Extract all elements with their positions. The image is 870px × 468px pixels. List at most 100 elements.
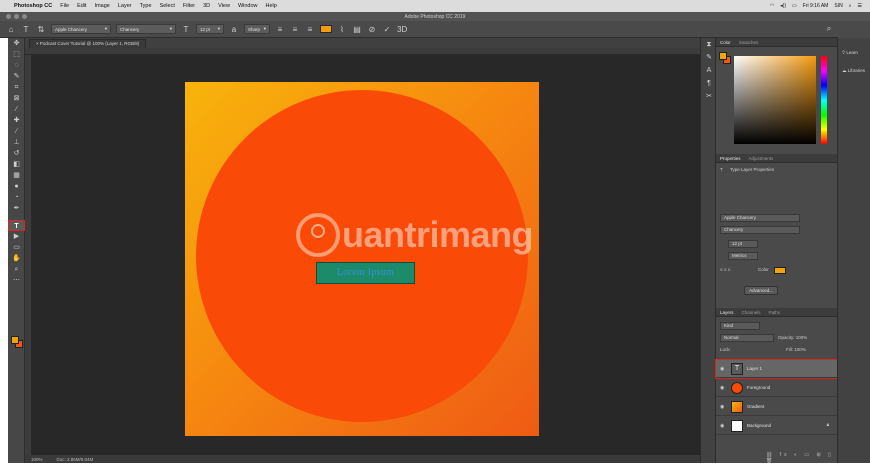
tab-properties[interactable]: Properties xyxy=(720,156,741,161)
tab-color[interactable]: Color xyxy=(720,40,731,45)
menu-help[interactable]: Help xyxy=(266,3,277,9)
foreground-color-swatch[interactable] xyxy=(11,336,19,344)
healing-brush-tool-icon[interactable]: ✚ xyxy=(8,115,25,126)
brush-tool-icon[interactable]: ∕ xyxy=(8,126,25,137)
tab-paths[interactable]: Paths xyxy=(769,310,781,315)
text-color-swatch[interactable] xyxy=(320,25,332,33)
menu-image[interactable]: Image xyxy=(95,3,110,9)
dodge-tool-icon[interactable]: ◔ xyxy=(8,192,25,203)
marquee-tool-icon[interactable]: ⬚ xyxy=(8,49,25,60)
cancel-icon[interactable]: ⊘ xyxy=(367,25,377,34)
layer-row-gradient[interactable]: ◉ Gradient xyxy=(716,398,837,416)
document-tab[interactable]: × Podcast Cover Tutorial @ 100% (Layer 1… xyxy=(29,39,147,48)
align-right-icon[interactable]: ≡ xyxy=(305,25,315,34)
move-tool-icon[interactable]: ✥ xyxy=(8,38,25,49)
menu-app-name[interactable]: Photoshop CC xyxy=(14,3,52,9)
document-size[interactable]: Doc: 2.86M/9.04M xyxy=(57,457,94,462)
history-icon[interactable]: ⧗ xyxy=(701,38,717,51)
tab-swatches[interactable]: Swatches xyxy=(739,40,759,45)
search-icon[interactable]: ⌕ xyxy=(849,3,852,9)
color-picker-field[interactable] xyxy=(734,56,816,144)
glyphs-icon[interactable]: ✂ xyxy=(701,90,717,103)
font-style-select[interactable]: Chancery ▾ xyxy=(116,24,176,34)
menu-edit[interactable]: Edit xyxy=(77,3,86,9)
layer-row-foreground[interactable]: ◉ Foreground xyxy=(716,379,837,397)
properties-font-style[interactable]: Chancery xyxy=(720,226,800,234)
tab-layers[interactable]: Layers xyxy=(720,310,734,315)
eraser-tool-icon[interactable]: ◧ xyxy=(8,159,25,170)
menu-select[interactable]: Select xyxy=(160,3,175,9)
minimize-window-button[interactable] xyxy=(14,14,19,19)
warp-text-icon[interactable]: ⌇ xyxy=(337,25,347,34)
libraries-item[interactable]: ☁︎ Libraries xyxy=(842,68,865,74)
eye-icon[interactable]: ◉ xyxy=(720,404,724,410)
advanced-button[interactable]: Advanced... xyxy=(744,286,778,295)
eyedropper-tool-icon[interactable]: ⁄ xyxy=(8,104,25,115)
layer-filter-kind[interactable]: Kind xyxy=(720,322,760,330)
paragraph-icon[interactable]: ¶ xyxy=(701,77,717,90)
3d-icon[interactable]: 3D xyxy=(397,25,407,34)
quick-select-tool-icon[interactable]: ✎ xyxy=(8,71,25,82)
hand-tool-icon[interactable]: ✋ xyxy=(8,253,25,264)
eye-icon[interactable]: ◉ xyxy=(720,385,724,391)
gradient-tool-icon[interactable]: ▦ xyxy=(8,170,25,181)
menu-file[interactable]: File xyxy=(60,3,69,9)
wifi-icon[interactable]: ◠ xyxy=(770,3,774,9)
layer-actions-icons[interactable]: ⛓ fx ◐ ▭ ⊞ ▯ 🗑︎ xyxy=(766,452,837,464)
layer-row-layer-1[interactable]: ◉ T Layer 1 xyxy=(715,359,838,379)
tab-channels[interactable]: Channels xyxy=(742,310,761,315)
foreground-color-chip[interactable] xyxy=(719,52,727,60)
more-tools-icon[interactable]: ⋯ xyxy=(8,275,25,286)
menu-3d[interactable]: 3D xyxy=(203,3,210,9)
close-window-button[interactable] xyxy=(6,14,11,19)
align-left-icon[interactable]: ≡ xyxy=(275,25,285,34)
search-icon[interactable]: ⌕ xyxy=(824,24,834,34)
crop-tool-icon[interactable]: ⌗ xyxy=(8,82,25,93)
type-tool-icon[interactable]: T xyxy=(8,220,25,231)
anti-alias-select[interactable]: Sharp ▾ xyxy=(244,24,270,34)
eye-icon[interactable]: ◉ xyxy=(720,423,724,429)
blur-tool-icon[interactable]: ● xyxy=(8,181,25,192)
zoom-window-button[interactable] xyxy=(22,14,27,19)
frame-tool-icon[interactable]: ⊠ xyxy=(8,93,25,104)
properties-tracking[interactable]: Metrics xyxy=(728,252,758,260)
eye-icon[interactable]: ◉ xyxy=(720,366,724,372)
properties-color-swatch[interactable] xyxy=(774,267,786,274)
volume-icon[interactable]: ◂)) xyxy=(780,3,786,9)
user-name[interactable]: SIN xyxy=(834,3,842,9)
properties-font-family[interactable]: Apple Chancery xyxy=(720,214,800,222)
zoom-level[interactable]: 100% xyxy=(31,457,43,462)
history-brush-tool-icon[interactable]: ↺ xyxy=(8,148,25,159)
menu-window[interactable]: Window xyxy=(238,3,258,9)
menu-filter[interactable]: Filter xyxy=(183,3,195,9)
layer-row-background[interactable]: ◉ Background 🔒︎ xyxy=(716,417,837,435)
brush-settings-icon[interactable]: ✎ xyxy=(701,51,717,64)
battery-icon[interactable]: ▭ xyxy=(792,3,797,9)
font-size-select[interactable]: 12 pt ▾ xyxy=(196,24,224,34)
learn-item[interactable]: 💡︎ Learn xyxy=(842,50,858,55)
character-icon[interactable]: A xyxy=(701,64,717,77)
blend-mode-select[interactable]: Normal xyxy=(720,334,774,342)
zoom-tool-icon[interactable]: ⌕ xyxy=(8,264,25,275)
align-center-icon[interactable]: ≡ xyxy=(290,25,300,34)
type-tool-preset-icon[interactable]: T xyxy=(21,25,31,34)
opacity-field[interactable]: Opacity: 100% xyxy=(778,335,807,340)
menu-layer[interactable]: Layer xyxy=(118,3,132,9)
lasso-tool-icon[interactable]: ◌ xyxy=(8,60,25,71)
character-panel-icon[interactable]: ▤ xyxy=(352,25,362,34)
font-family-select[interactable]: Apple Chancery ▾ xyxy=(51,24,111,34)
commit-icon[interactable]: ✓ xyxy=(382,25,392,34)
pen-tool-icon[interactable]: ✒ xyxy=(8,203,25,214)
hue-slider[interactable] xyxy=(821,56,827,144)
properties-font-size[interactable]: 12 pt xyxy=(728,240,758,248)
close-icon[interactable]: × xyxy=(36,41,39,46)
tab-adjustments[interactable]: Adjustments xyxy=(749,156,774,161)
fill-field[interactable]: Fill: 100% xyxy=(786,347,806,352)
text-layer-box[interactable]: Lorem Ipsum xyxy=(316,262,415,284)
menu-list-icon[interactable]: ☰ xyxy=(858,3,862,9)
home-icon[interactable]: ⌂ xyxy=(6,25,16,34)
menu-view[interactable]: View xyxy=(218,3,230,9)
rectangle-tool-icon[interactable]: ▭ xyxy=(8,242,25,253)
clock[interactable]: Fri 9:16 AM xyxy=(803,3,829,9)
text-orientation-icon[interactable]: ⇅ xyxy=(36,25,46,34)
